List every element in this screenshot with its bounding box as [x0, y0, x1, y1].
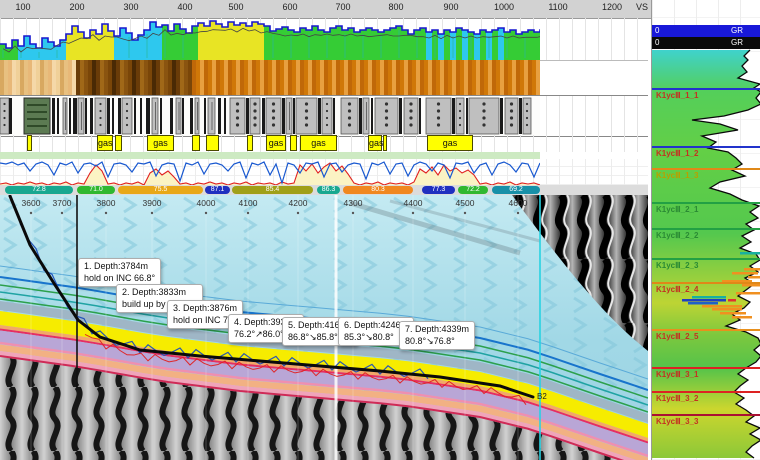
gas-show-track[interactable]: gasgasgasgasgasgas [0, 135, 648, 152]
gas-marker [290, 135, 297, 151]
type-log-panel[interactable]: 0 GR 0 GR K1ycⅢ_1_1 K1ycⅢ_1_2 K1ycⅢ_1_3 K1y… [651, 0, 760, 460]
seismic-section[interactable]: B2 3600 3700 3800 3900 4000 4100 4200 4300 4400 45… [0, 195, 648, 460]
lithology-track[interactable] [0, 95, 648, 137]
gr-header-blue: 0 GR [652, 25, 760, 37]
formation-label: K1ycⅢ_1_2 [656, 149, 698, 158]
formation-label: K1ycⅢ_1_1 [656, 91, 698, 100]
gas-marker: gas [368, 135, 382, 151]
depth-tick: 4600 [509, 198, 528, 208]
formation-top-line [652, 88, 760, 90]
formation-label: K1ycⅢ_1_3 [656, 171, 698, 180]
inclination-pill-bar: 72.8 71.075.587.185.4 86.380.3 77.372.2 69.2 [0, 185, 648, 195]
inclination-pill: 75.5 [118, 186, 203, 194]
formation-top-line [652, 202, 760, 204]
ruler-tick: 700 [335, 2, 350, 12]
vs-ruler: 100 200 300 400 500 600 700 800 900 1000 1100 1200 V… [0, 0, 760, 19]
formation-top-line [652, 329, 760, 331]
depth-tick: 4000 [197, 198, 216, 208]
inclination-pill: 80.3 [343, 186, 413, 194]
annotation-line1: 3. Depth:3876m [173, 303, 237, 315]
ruler-tick: 1200 [602, 2, 622, 12]
formation-label: K1ycⅢ_3_3 [656, 417, 698, 426]
annotation-line2: 80.8°↘76.8° [405, 336, 469, 348]
gas-marker: gas [300, 135, 337, 151]
formation-top-line [652, 391, 760, 393]
gr-curve-name: GR [731, 25, 743, 37]
formation-label: K1ycⅢ_2_3 [656, 261, 698, 270]
ruler-tick: 300 [123, 2, 138, 12]
gr-colorfill-track[interactable] [0, 18, 648, 61]
gas-marker: gas [97, 135, 113, 151]
log-curve-track[interactable] [0, 159, 648, 185]
gr-header-black: 0 GR [652, 37, 760, 49]
inclination-pill: 72.2 [458, 186, 488, 194]
formation-label: K1ycⅢ_3_2 [656, 394, 698, 403]
formation-label: K1ycⅢ_2_5 [656, 332, 698, 341]
target-b2-label: B2 [537, 392, 547, 401]
ruler-tick: 900 [443, 2, 458, 12]
formation-top-line [652, 146, 760, 148]
formation-label: K1ycⅢ_2_4 [656, 285, 698, 294]
gr-scale-min: 0 [655, 25, 659, 37]
gas-marker: gas [266, 135, 286, 151]
geosteering-app: 100 200 300 400 500 600 700 800 900 1000 1100 1200 V… [0, 0, 760, 460]
gas-marker [383, 135, 387, 151]
formation-top-line [652, 367, 760, 369]
gr-scale-min: 0 [655, 37, 659, 49]
annotation-line1: 7. Depth:4339m [405, 324, 469, 336]
depth-tick: 3900 [143, 198, 162, 208]
gas-marker: gas [427, 135, 473, 151]
annotation-line1: 2. Depth:3833m [122, 287, 197, 299]
formation-top-line [652, 168, 760, 170]
vs-axis-label: VS [636, 2, 648, 12]
inclination-pill: 71.0 [77, 186, 115, 194]
ruler-tick: 1100 [548, 2, 567, 12]
depth-tick: 3800 [97, 198, 116, 208]
formation-label: K1ycⅢ_2_1 [656, 205, 698, 214]
borehole-image-track[interactable] [0, 60, 648, 95]
annotation-line2: hold on INC 66.8° [84, 273, 155, 285]
gas-marker [206, 135, 219, 151]
depth-tick: 4200 [289, 198, 308, 208]
inclination-pill: 87.1 [205, 186, 230, 194]
formation-top-line [652, 228, 760, 230]
marker-strip [0, 152, 540, 159]
depth-annotation[interactable]: 1. Depth:3784mhold on INC 66.8° [78, 258, 161, 287]
ruler-tick: 1000 [494, 2, 514, 12]
ruler-tick: 100 [15, 2, 30, 12]
ruler-tick: 800 [388, 2, 403, 12]
formation-top-line [652, 282, 760, 284]
formation-top-line [652, 414, 760, 416]
inclination-pill: 69.2 [492, 186, 540, 194]
gr-curve-name: GR [731, 37, 743, 49]
gas-marker [115, 135, 122, 151]
annotation-line1: 1. Depth:3784m [84, 261, 155, 273]
depth-tick: 4300 [344, 198, 363, 208]
formation-top-line [652, 258, 760, 260]
formation-label: K1ycⅢ_3_1 [656, 370, 698, 379]
depth-tick: 3700 [53, 198, 72, 208]
ruler-tick: 600 [282, 2, 297, 12]
gas-marker [247, 135, 253, 151]
gas-marker [192, 135, 200, 151]
ruler-tick: 400 [177, 2, 192, 12]
inclination-pill: 72.8 [5, 186, 73, 194]
inclination-pill: 86.3 [317, 186, 340, 194]
depth-tick: 4500 [456, 198, 475, 208]
inclination-pill: 85.4 [232, 186, 313, 194]
inclination-pill: 77.3 [422, 186, 455, 194]
ruler-tick: 500 [228, 2, 243, 12]
depth-tick: 3600 [22, 198, 41, 208]
depth-annotation[interactable]: 7. Depth:4339m80.8°↘76.8° [399, 321, 475, 350]
gas-marker: gas [147, 135, 174, 151]
depth-tick: 4400 [404, 198, 423, 208]
formation-label: K1ycⅢ_2_2 [656, 231, 698, 240]
ruler-tick: 200 [69, 2, 84, 12]
depth-tick: 4100 [239, 198, 258, 208]
gas-marker [27, 135, 32, 151]
